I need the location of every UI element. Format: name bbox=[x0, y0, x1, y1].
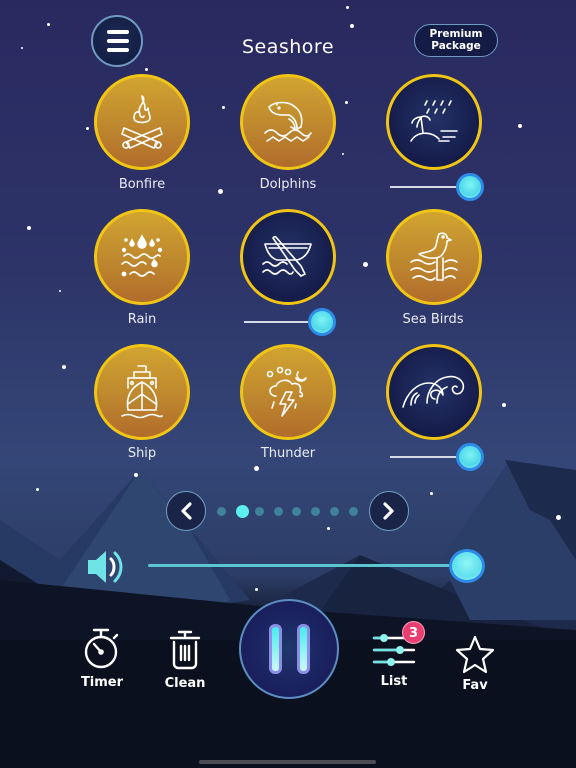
island-rain-icon bbox=[410, 100, 458, 142]
sound-tile-bonfire[interactable] bbox=[94, 74, 190, 170]
play-pause-button[interactable] bbox=[239, 599, 339, 699]
list-label: List bbox=[380, 674, 408, 689]
sound-label-bonfire: Bonfire bbox=[118, 177, 166, 192]
rowboat-icon bbox=[262, 236, 312, 277]
timer-label: Timer bbox=[80, 675, 124, 690]
stopwatch-icon bbox=[84, 628, 119, 669]
sound-tile-waves[interactable] bbox=[386, 344, 482, 440]
sound-label-ship: Ship bbox=[127, 446, 157, 461]
slider-track bbox=[244, 321, 314, 323]
slider-knob[interactable] bbox=[456, 443, 484, 471]
clean-label: Clean bbox=[164, 676, 206, 691]
page-dot-4[interactable] bbox=[274, 507, 283, 516]
sound-tile-tropical-rain[interactable] bbox=[386, 74, 482, 170]
slider-track bbox=[390, 456, 460, 458]
home-indicator[interactable] bbox=[199, 760, 376, 764]
timer-button[interactable]: Timer bbox=[76, 628, 128, 690]
premium-label-line1: Premium bbox=[429, 28, 483, 40]
sound-tile-rowing[interactable] bbox=[240, 209, 336, 305]
chevron-right-icon bbox=[383, 502, 394, 520]
ocean-wave-icon bbox=[402, 375, 465, 408]
seagull-icon bbox=[410, 232, 458, 281]
page-dot-8[interactable] bbox=[349, 507, 358, 516]
master-volume-track[interactable] bbox=[148, 564, 464, 567]
volume-slider-rowing[interactable] bbox=[244, 308, 340, 336]
sound-tile-ship[interactable] bbox=[94, 344, 190, 440]
page-dot-3[interactable] bbox=[255, 507, 264, 516]
hamburger-menu-icon bbox=[107, 30, 129, 34]
premium-label-line2: Package bbox=[431, 40, 481, 52]
sound-label-dolphins: Dolphins bbox=[259, 177, 317, 192]
sound-tile-sea-birds[interactable] bbox=[386, 209, 482, 305]
raindrops-waves-icon bbox=[121, 234, 163, 277]
volume-slider-waves[interactable] bbox=[390, 443, 486, 471]
clean-button[interactable]: Clean bbox=[160, 628, 210, 691]
thunderstorm-icon bbox=[266, 366, 307, 417]
master-volume-knob[interactable] bbox=[449, 549, 485, 583]
fav-label: Fav bbox=[462, 678, 488, 693]
favorites-button[interactable]: Fav bbox=[452, 634, 498, 693]
bonfire-icon bbox=[121, 95, 163, 149]
ship-icon bbox=[121, 365, 163, 419]
page-dot-1[interactable] bbox=[217, 507, 226, 516]
sound-tile-thunder[interactable] bbox=[240, 344, 336, 440]
page-dot-7[interactable] bbox=[330, 507, 339, 516]
slider-track bbox=[390, 186, 460, 188]
sound-label-thunder: Thunder bbox=[260, 446, 316, 461]
star-icon bbox=[455, 635, 495, 674]
volume-slider-tropical-rain[interactable] bbox=[390, 173, 486, 201]
prev-page-button[interactable] bbox=[166, 491, 206, 531]
next-page-button[interactable] bbox=[369, 491, 409, 531]
dolphin-icon bbox=[264, 101, 312, 142]
page-dot-5[interactable] bbox=[292, 507, 301, 516]
sound-label-sea-birds: Sea Birds bbox=[402, 312, 464, 327]
page-dot-2-current[interactable] bbox=[236, 505, 249, 518]
sound-tile-dolphins[interactable] bbox=[240, 74, 336, 170]
sound-tile-rain[interactable] bbox=[94, 209, 190, 305]
sound-label-rain: Rain bbox=[127, 312, 157, 327]
slider-knob[interactable] bbox=[456, 173, 484, 201]
premium-package-button[interactable]: Premium Package bbox=[414, 24, 498, 57]
list-count-badge: 3 bbox=[402, 621, 425, 644]
trash-icon bbox=[169, 630, 201, 670]
slider-knob[interactable] bbox=[308, 308, 336, 336]
speaker-icon[interactable] bbox=[86, 548, 126, 586]
page-dot-6[interactable] bbox=[311, 507, 320, 516]
chevron-left-icon bbox=[181, 502, 192, 520]
